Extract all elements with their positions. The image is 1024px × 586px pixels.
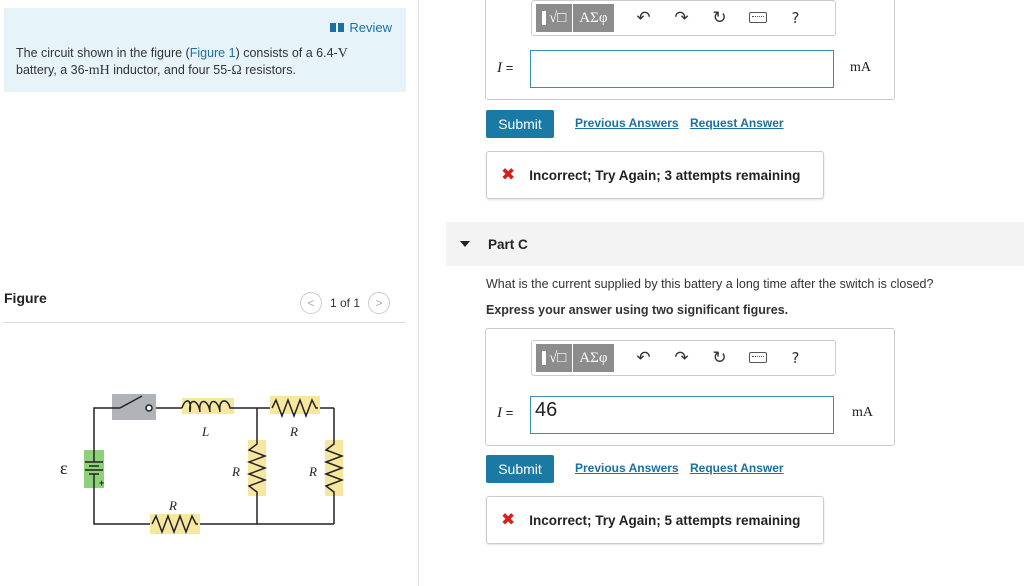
resistor-top-label: R <box>289 424 298 439</box>
help-icon[interactable]: ? <box>777 349 815 367</box>
variable-symbol: I <box>497 60 502 76</box>
resistor-mid1-label: R <box>231 464 240 479</box>
undo-icon[interactable]: ↶ <box>625 348 663 368</box>
figure-link[interactable]: Figure 1 <box>190 46 236 60</box>
problem-text-part: ) consists of a 6.4- <box>235 46 338 60</box>
part-c-greek-button[interactable]: ΑΣφ <box>573 344 615 372</box>
part-c-previous-answers-link[interactable]: Previous Answers <box>575 461 679 475</box>
unit-volts: V <box>337 46 348 61</box>
keyboard-icon[interactable] <box>739 8 777 28</box>
radical-icon: √□ <box>549 9 567 26</box>
problem-statement-panel: Review The circuit shown in the figure (… <box>4 8 406 92</box>
problem-text-part: battery, a 36- <box>16 63 89 77</box>
part-c-template-group: √□ ΑΣφ <box>536 344 615 372</box>
review-label[interactable]: Review <box>349 20 392 35</box>
part-c-header[interactable]: Part C <box>446 222 1024 266</box>
problem-text-part: inductor, and four 55- <box>109 63 232 77</box>
part-b-math-toolbar: √□ ΑΣφ ↶ ↷ ↻ ? <box>531 0 836 36</box>
caret-down-icon <box>460 241 470 247</box>
part-b-feedback: ✖ Incorrect; Try Again; 3 attempts remai… <box>486 151 824 199</box>
part-c-feedback-text: Incorrect; Try Again; 5 attempts remaini… <box>529 512 801 528</box>
part-b-request-answer-link[interactable]: Request Answer <box>690 116 784 130</box>
problem-text: The circuit shown in the figure (Figure … <box>16 45 401 79</box>
review-link[interactable]: Review <box>330 20 392 35</box>
figure-title: Figure <box>4 290 47 306</box>
resistor-mid2-label: R <box>308 464 317 479</box>
variable-symbol: I <box>497 405 502 421</box>
part-c-template-button[interactable]: √□ <box>536 344 574 372</box>
part-c-request-answer-link[interactable]: Request Answer <box>690 461 784 475</box>
part-c-math-toolbar: √□ ΑΣφ ↶ ↷ ↻ ? <box>531 340 836 376</box>
reset-icon[interactable]: ↻ <box>701 8 739 28</box>
part-b-template-group: √□ ΑΣφ <box>536 4 615 32</box>
figure-divider <box>4 322 406 323</box>
part-b-greek-button[interactable]: ΑΣφ <box>573 4 615 32</box>
error-x-icon: ✖ <box>501 165 516 185</box>
emf-label: ε <box>60 458 68 478</box>
battery-plus-label: + <box>99 478 104 488</box>
inductor-label: L <box>201 424 209 439</box>
part-b-previous-answers-link[interactable]: Previous Answers <box>575 116 679 130</box>
part-c-instruction: Express your answer using two significan… <box>486 303 789 317</box>
figure-pager: < 1 of 1 > <box>300 292 391 314</box>
part-c-unit: mA <box>852 405 873 420</box>
redo-icon[interactable]: ↷ <box>663 348 701 368</box>
unit-ohm: Ω <box>231 63 242 78</box>
problem-text-part: resistors. <box>241 63 296 77</box>
pager-count: 1 of 1 <box>330 296 361 310</box>
part-b-template-button[interactable]: √□ <box>536 4 574 32</box>
unit-millihenry: mH <box>88 63 110 78</box>
part-b-answer-input[interactable] <box>530 50 834 88</box>
chevron-left-icon: < <box>307 296 315 310</box>
radical-icon: √□ <box>549 349 567 366</box>
error-x-icon: ✖ <box>501 510 516 530</box>
problem-text-part: The circuit shown in the figure ( <box>16 46 190 60</box>
help-icon[interactable]: ? <box>777 9 815 27</box>
book-icon <box>330 23 345 32</box>
part-c-title: Part C <box>488 236 528 252</box>
part-b-variable-label: I = <box>497 60 513 77</box>
equals-sign: = <box>505 60 514 75</box>
part-b-unit: mA <box>850 60 871 75</box>
undo-icon[interactable]: ↶ <box>625 8 663 28</box>
greek-symbols-icon: ΑΣφ <box>579 9 608 26</box>
next-figure-button[interactable]: > <box>368 292 391 314</box>
greek-symbols-icon: ΑΣφ <box>579 349 608 366</box>
reset-icon[interactable]: ↻ <box>701 348 739 368</box>
part-c-variable-label: I = <box>497 405 513 422</box>
part-c-answer-input[interactable]: 46 <box>530 396 834 434</box>
part-c-submit-button[interactable]: Submit <box>486 455 554 483</box>
equals-sign: = <box>505 405 514 420</box>
part-b-submit-button[interactable]: Submit <box>486 110 554 138</box>
circuit-wires <box>93 407 335 525</box>
keyboard-icon[interactable] <box>739 348 777 368</box>
part-c-feedback: ✖ Incorrect; Try Again; 5 attempts remai… <box>486 496 824 544</box>
resistor-bottom-label: R <box>168 498 177 513</box>
redo-icon[interactable]: ↷ <box>663 8 701 28</box>
pane-divider <box>418 0 419 586</box>
chevron-right-icon: > <box>375 296 383 310</box>
previous-figure-button[interactable]: < <box>300 292 322 314</box>
part-b-feedback-text: Incorrect; Try Again; 3 attempts remaini… <box>529 167 801 183</box>
circuit-diagram: + ε L R R R R <box>60 394 345 535</box>
part-c-question: What is the current supplied by this bat… <box>486 277 934 291</box>
